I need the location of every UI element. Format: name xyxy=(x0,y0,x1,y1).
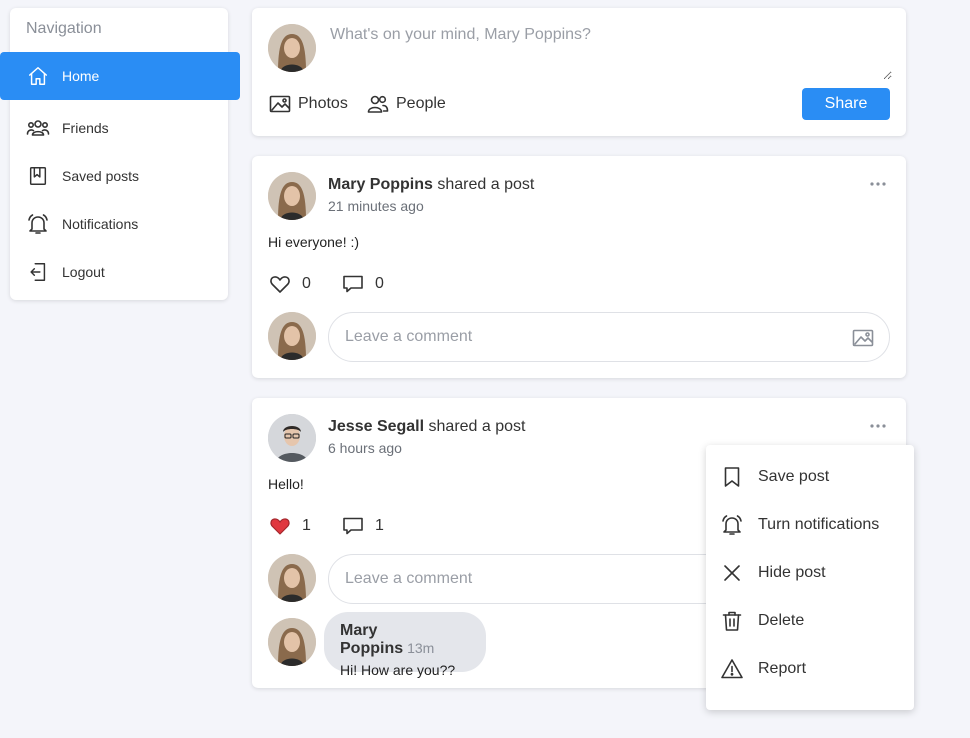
menu-item-label: Turn notifications xyxy=(758,516,880,533)
sidebar-item-label: Saved posts xyxy=(62,168,140,184)
menu-item-delete[interactable]: Delete xyxy=(706,597,914,645)
sidebar-navigation: Navigation Home Friends Saved posts Noti… xyxy=(0,8,240,300)
sidebar-item-saved-posts[interactable]: Saved posts xyxy=(10,152,228,200)
more-options-button[interactable] xyxy=(868,174,888,194)
heart-icon xyxy=(270,276,290,293)
post-author[interactable]: Jesse Segall xyxy=(328,418,424,435)
comment-icon xyxy=(343,517,363,535)
sidebar-item-label: Notifications xyxy=(62,216,139,232)
comment-count: 1 xyxy=(375,517,384,534)
post-action: shared a post xyxy=(432,176,535,193)
post-text: Hi everyone! :) xyxy=(268,234,360,250)
avatar xyxy=(268,554,316,602)
sidebar-item-label: Logout xyxy=(62,264,105,280)
post-options-menu: Save post Turn notifications Hide post D… xyxy=(706,445,914,710)
close-icon xyxy=(724,565,740,581)
like-count: 0 xyxy=(302,275,311,292)
image-icon[interactable] xyxy=(851,326,875,350)
post-timestamp: 6 hours ago xyxy=(328,440,402,456)
navigation-title: Navigation xyxy=(26,20,102,37)
menu-item-hide-post[interactable]: Hide post xyxy=(706,549,914,597)
post-timestamp: 21 minutes ago xyxy=(328,198,424,214)
avatar xyxy=(268,24,316,72)
sidebar-item-label: Friends xyxy=(62,120,109,136)
bell-icon xyxy=(26,212,50,236)
post-card: Mary Poppins shared a post 21 minutes ag… xyxy=(252,156,906,378)
comment-bubble: Mary Poppins 13m Hi! How are you?? xyxy=(324,612,486,678)
post-author[interactable]: Mary Poppins xyxy=(328,176,433,193)
sidebar-item-friends[interactable]: Friends xyxy=(10,104,228,152)
comment-icon xyxy=(343,275,363,293)
like-button[interactable]: 0 xyxy=(268,272,311,296)
avatar xyxy=(268,414,316,462)
people-label: People xyxy=(396,95,446,112)
friends-icon xyxy=(26,116,50,140)
logout-icon xyxy=(26,260,50,284)
trash-icon xyxy=(722,611,742,631)
sidebar-item-notifications[interactable]: Notifications xyxy=(10,200,228,248)
menu-item-label: Report xyxy=(758,660,807,677)
like-count: 1 xyxy=(302,517,311,534)
home-icon xyxy=(26,64,50,88)
avatar xyxy=(268,172,316,220)
photos-button[interactable]: Photos xyxy=(268,92,348,116)
comment-author[interactable]: Mary Poppins xyxy=(340,622,403,657)
post-action: shared a post xyxy=(424,418,526,435)
menu-item-turn-notifications[interactable]: Turn notifications xyxy=(706,501,914,549)
more-options-button[interactable] xyxy=(868,416,888,436)
sidebar-item-logout[interactable]: Logout xyxy=(10,248,228,296)
menu-item-label: Delete xyxy=(758,612,805,629)
bookmark-icon xyxy=(724,467,740,487)
menu-item-label: Save post xyxy=(758,468,830,485)
post-header: Mary Poppins shared a post xyxy=(328,176,534,194)
people-button[interactable]: People xyxy=(366,92,446,116)
photo-icon xyxy=(269,95,291,113)
post-text: Hello! xyxy=(268,476,304,492)
more-icon xyxy=(870,182,886,186)
bell-icon xyxy=(722,515,742,535)
avatar xyxy=(268,312,316,360)
menu-item-report[interactable]: Report xyxy=(706,645,914,693)
more-icon xyxy=(870,424,886,428)
post-composer: Photos People Share xyxy=(252,8,906,136)
sidebar-item-label: Home xyxy=(62,68,100,84)
warning-icon xyxy=(721,659,743,679)
post-input[interactable] xyxy=(330,26,892,80)
people-icon xyxy=(367,95,389,113)
like-button[interactable]: 1 xyxy=(268,514,311,538)
comment-button[interactable]: 1 xyxy=(341,514,384,538)
avatar xyxy=(268,618,316,666)
heart-filled-icon xyxy=(270,518,290,535)
share-button[interactable]: Share xyxy=(802,88,890,120)
comment-field xyxy=(328,312,890,362)
post-header: Jesse Segall shared a post xyxy=(328,418,525,436)
menu-item-save-post[interactable]: Save post xyxy=(706,453,914,501)
sidebar-item-home[interactable]: Home xyxy=(0,52,240,100)
comment-text: Hi! How are you?? xyxy=(340,662,456,678)
comment-button[interactable]: 0 xyxy=(341,272,384,296)
comment-count: 0 xyxy=(375,275,384,292)
comment-timestamp: 13m xyxy=(407,640,435,656)
bookmark-icon xyxy=(26,164,50,188)
photos-label: Photos xyxy=(298,95,348,112)
comment-input[interactable] xyxy=(345,328,825,346)
menu-item-label: Hide post xyxy=(758,564,826,581)
